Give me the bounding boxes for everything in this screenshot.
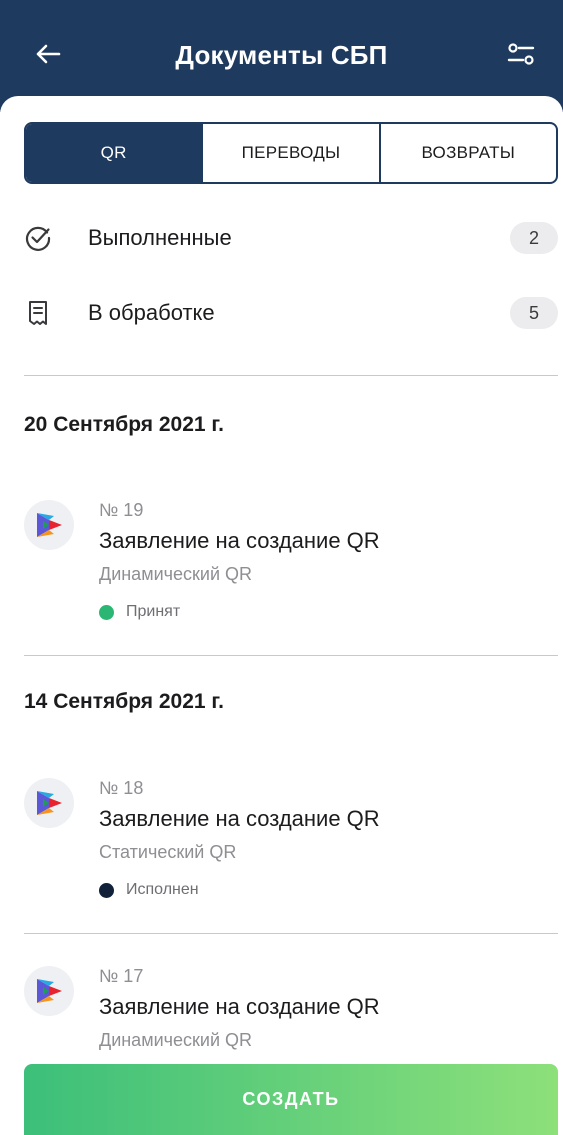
status-dot-icon [99, 604, 114, 620]
document-number: № 17 [99, 966, 144, 986]
status-indicator: Исполнен [99, 881, 199, 899]
document-pending-icon [24, 299, 52, 327]
count-badge: 2 [510, 222, 558, 254]
check-circle-icon [24, 224, 52, 252]
sbp-logo-icon [24, 500, 74, 550]
document-title: Заявление на создание QR [99, 806, 380, 831]
date-header: 20 Сентября 2021 г. [24, 413, 224, 436]
document-title: Заявление на создание QR [99, 528, 380, 553]
status-indicator: Принят [99, 603, 180, 621]
summary-processing[interactable]: В обработке 5 [24, 293, 558, 333]
sbp-logo-icon [24, 966, 74, 1016]
document-item[interactable]: № 18 Заявление на создание QR Статически… [24, 778, 558, 908]
count-badge: 5 [510, 297, 558, 329]
document-number: № 19 [99, 500, 144, 520]
status-label: Исполнен [126, 881, 199, 898]
tab-refunds[interactable]: ВОЗВРАТЫ [378, 124, 556, 182]
tab-switcher: QR ПЕРЕВОДЫ ВОЗВРАТЫ [24, 122, 558, 184]
divider [24, 933, 558, 934]
filter-sliders-icon [507, 43, 535, 65]
document-item[interactable]: № 19 Заявление на создание QR Динамическ… [24, 500, 558, 630]
document-type: Статический QR [99, 842, 237, 862]
tab-qr[interactable]: QR [26, 124, 202, 182]
header-bar: Документы СБП [0, 22, 563, 88]
status-dot-icon [99, 882, 114, 898]
tab-transfers[interactable]: ПЕРЕВОДЫ [201, 124, 378, 182]
document-number: № 18 [99, 778, 144, 798]
filter-button[interactable] [501, 34, 541, 74]
page-title: Документы СБП [175, 40, 388, 70]
content-sheet: QR ПЕРЕВОДЫ ВОЗВРАТЫ Выполненные 2 В обр… [0, 96, 563, 1135]
status-label: Принят [126, 603, 181, 620]
document-title: Заявление на создание QR [99, 994, 380, 1019]
divider [24, 375, 558, 376]
date-header: 14 Сентября 2021 г. [24, 690, 224, 713]
document-type: Динамический QR [99, 564, 252, 584]
document-type: Динамический QR [99, 1030, 252, 1050]
summary-completed[interactable]: Выполненные 2 [24, 218, 558, 258]
create-button[interactable]: СОЗДАТЬ [24, 1064, 558, 1135]
divider [24, 655, 558, 656]
document-item[interactable]: № 17 Заявление на создание QR Динамическ… [24, 966, 558, 1066]
sbp-logo-icon [24, 778, 74, 828]
summary-label: Выполненные [88, 225, 232, 250]
summary-label: В обработке [88, 300, 215, 325]
